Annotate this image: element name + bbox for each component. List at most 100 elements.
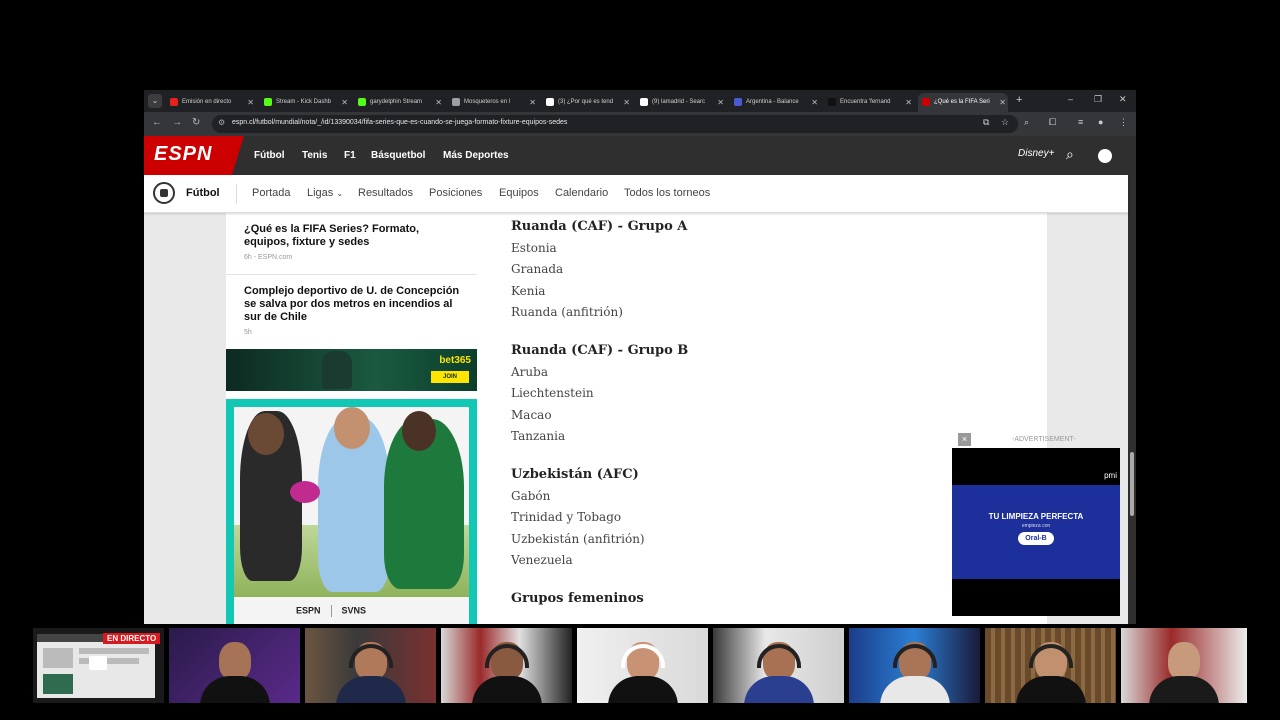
team-item: Liechtenstein: [511, 386, 594, 400]
group-title: Grupos femeninos: [511, 591, 644, 606]
subnav-calendario[interactable]: Calendario: [555, 187, 608, 199]
close-tab-icon[interactable]: ✕: [999, 93, 1006, 112]
participant-tile[interactable]: [577, 628, 708, 703]
news-meta: 5h: [244, 329, 252, 336]
search-icon[interactable]: ⌕: [1066, 146, 1074, 163]
video-ad[interactable]: pmi TU LIMPIEZA PERFECTA empieza con Ora…: [952, 448, 1120, 616]
nav-futbol[interactable]: Fútbol: [254, 150, 285, 161]
browser-tab[interactable]: (3) ¿Por qué es tend ✕: [542, 93, 632, 112]
nav-basquetbol[interactable]: Básquetbol: [371, 150, 425, 161]
subnav-title[interactable]: Fútbol: [186, 187, 220, 199]
browser-tab[interactable]: Stream - Kick Dashb ✕: [260, 93, 350, 112]
browser-tab[interactable]: garydelphin Stream ✕: [354, 93, 444, 112]
extensions-icon[interactable]: ⧠: [1049, 117, 1056, 128]
player-head: [402, 411, 436, 451]
menu-icon[interactable]: ⋮: [1119, 117, 1128, 128]
subnav-resultados[interactable]: Resultados: [358, 187, 413, 199]
install-icon[interactable]: ⧉: [983, 117, 989, 128]
nav-f1[interactable]: F1: [344, 150, 356, 161]
close-ad-icon[interactable]: ×: [958, 433, 971, 446]
screen-share-tile[interactable]: EN DIRECTO: [33, 628, 164, 703]
sidebar: ¿Qué es la FIFA Series? Formato, equipos…: [226, 213, 477, 624]
bet365-logo: bet365: [439, 355, 471, 366]
player-head: [334, 407, 370, 449]
svns-promo[interactable]: ESPN SVNS: [226, 399, 477, 624]
nav-tenis[interactable]: Tenis: [302, 150, 327, 161]
browser-tab[interactable]: Emisión en directo ✕: [166, 93, 256, 112]
rugby-ball-image: [290, 481, 320, 503]
browser-tab[interactable]: (9) lamadrid - Searc ✕: [636, 93, 726, 112]
profile-icon[interactable]: ●: [1098, 117, 1103, 127]
participant-tile[interactable]: [441, 628, 572, 703]
browser-tab[interactable]: Argentina - Balance ✕: [730, 93, 820, 112]
bet365-ad[interactable]: bet365 JOIN: [226, 349, 477, 391]
subnav-ligas-label: Ligas: [307, 187, 334, 199]
subnav-ligas[interactable]: Ligas ⌄: [307, 187, 343, 199]
join-button[interactable]: JOIN: [431, 371, 469, 383]
browser-tab[interactable]: Encuentra 'fernand ✕: [824, 93, 914, 112]
participant-tile[interactable]: [169, 628, 300, 703]
back-icon[interactable]: ←: [152, 117, 162, 128]
subnav-todos-los-torneos[interactable]: Todos los torneos: [624, 187, 710, 199]
news-title[interactable]: ¿Qué es la FIFA Series? Formato, equipos…: [244, 223, 466, 249]
browser-tab[interactable]: ¿Qué es la FIFA Seri ✕: [918, 93, 1008, 112]
page-content: ¿Qué es la FIFA Series? Formato, equipos…: [144, 213, 1128, 624]
zoom-icon[interactable]: ⌕: [1024, 117, 1029, 128]
news-title[interactable]: Complejo deportivo de U. de Concepción s…: [244, 285, 466, 324]
participant-tile[interactable]: [985, 628, 1116, 703]
page-scrollbar[interactable]: [1128, 136, 1136, 624]
close-tab-icon[interactable]: ✕: [435, 93, 442, 112]
participant-tile[interactable]: [1121, 628, 1247, 703]
site-info-icon[interactable]: ⚙: [218, 118, 225, 127]
reading-list-icon[interactable]: ≡: [1078, 117, 1083, 127]
participant-tile[interactable]: [305, 628, 436, 703]
youtube-icon: [170, 97, 178, 106]
tab-search-icon[interactable]: ⌄: [148, 94, 162, 108]
browser-tab[interactable]: Mosqueteros en l ✕: [448, 93, 538, 112]
nav-mas-deportes[interactable]: Más Deportes: [443, 150, 509, 161]
promo-image: ESPN SVNS: [234, 407, 469, 624]
tab-label: ¿Qué es la FIFA Seri: [934, 99, 990, 105]
close-tab-icon[interactable]: ✕: [811, 93, 818, 112]
sport-subnav: Fútbol Portada Ligas ⌄ Resultados Posici…: [144, 175, 1128, 213]
generic-icon: [734, 97, 742, 106]
url-field[interactable]: ⚙ espn.cl/futbol/mundial/nota/_/id/13390…: [212, 115, 1018, 133]
subnav-portada[interactable]: Portada: [252, 187, 291, 199]
restore-icon[interactable]: ❐: [1094, 94, 1102, 105]
pmi-logo: pmi: [1104, 471, 1117, 480]
espn-logo[interactable]: ESPN: [144, 136, 244, 175]
new-tab-icon[interactable]: +: [1016, 94, 1022, 106]
tab-label: garydelphin Stream: [370, 99, 423, 105]
close-tab-icon[interactable]: ✕: [341, 93, 348, 112]
news-item[interactable]: ¿Qué es la FIFA Series? Formato, equipos…: [226, 213, 477, 275]
disney-plus-logo[interactable]: Disney+: [1018, 148, 1054, 159]
team-item: Venezuela: [511, 553, 573, 567]
team-item: Gabón: [511, 489, 551, 503]
tab-label: Mosqueteros en l: [464, 99, 511, 105]
participant-tile[interactable]: [849, 628, 980, 703]
close-tab-icon[interactable]: ✕: [717, 93, 724, 112]
close-tab-icon[interactable]: ✕: [623, 93, 630, 112]
promo-espn-logo: ESPN: [296, 605, 321, 616]
team-item: Macao: [511, 408, 552, 422]
ad-label: -ADVERTISEMENT-: [1012, 436, 1076, 443]
reload-icon[interactable]: ↻: [192, 117, 200, 128]
bookmark-star-icon[interactable]: ☆: [1001, 117, 1009, 128]
url-text: espn.cl/futbol/mundial/nota/_/id/1339003…: [232, 119, 568, 126]
tab-label: (3) ¿Por qué es tend: [558, 99, 614, 105]
minimize-icon[interactable]: –: [1068, 94, 1073, 104]
team-item: Kenia: [511, 284, 546, 298]
subnav-equipos[interactable]: Equipos: [499, 187, 539, 199]
account-icon[interactable]: [1098, 149, 1112, 163]
forward-icon[interactable]: →: [172, 117, 182, 128]
news-item[interactable]: Complejo deportivo de U. de Concepción s…: [226, 275, 477, 343]
close-window-icon[interactable]: ✕: [1119, 94, 1127, 105]
tab-label: Emisión en directo: [182, 99, 232, 105]
close-tab-icon[interactable]: ✕: [529, 93, 536, 112]
address-bar: ← → ↻ ⚙ espn.cl/futbol/mundial/nota/_/id…: [144, 112, 1136, 136]
subnav-posiciones[interactable]: Posiciones: [429, 187, 482, 199]
close-tab-icon[interactable]: ✕: [905, 93, 912, 112]
close-tab-icon[interactable]: ✕: [247, 93, 254, 112]
participant-tile[interactable]: [713, 628, 844, 703]
scroll-thumb[interactable]: [1130, 452, 1134, 516]
